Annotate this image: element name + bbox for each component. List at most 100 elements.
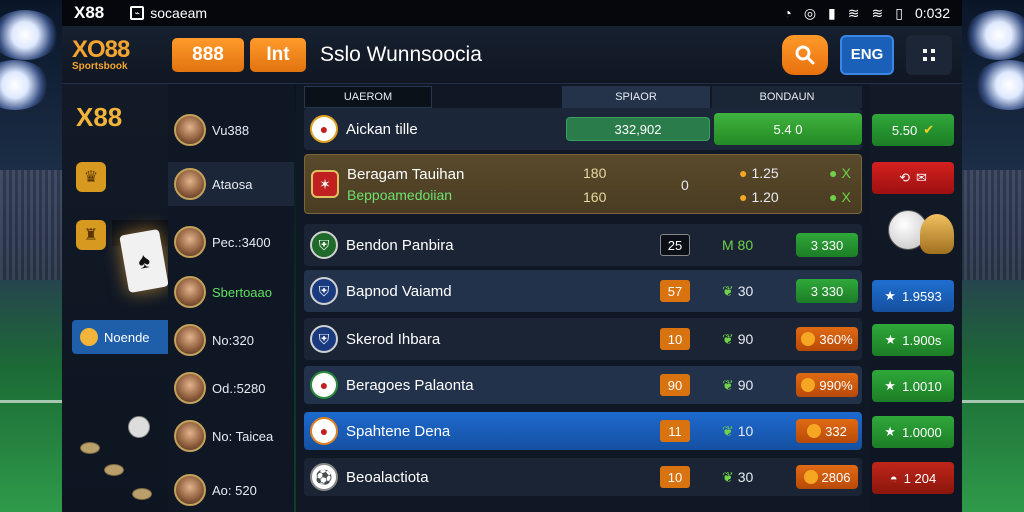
match-row[interactable]: ⛨ Bapnod Vaiamd 57 ❦ 30 3 330 (304, 270, 862, 312)
right-item[interactable]: 5.50 ✔ (872, 114, 954, 146)
highlight-odd-2[interactable]: ● 1.20 (739, 189, 779, 205)
match-price[interactable]: 3 330 (796, 279, 858, 303)
highlight-teams: Beragam Tauihan Beppoamedoiian (347, 166, 464, 203)
header-button-888[interactable]: 888 (172, 37, 244, 72)
player-item[interactable]: Ataosa (168, 162, 294, 206)
team-crest-icon: ● (310, 115, 338, 143)
player-name: Sbertoaao (212, 284, 272, 300)
featured-value-1[interactable]: 332,902 (566, 117, 710, 141)
leaf-icon: ❦ (722, 468, 734, 485)
right-item-alert[interactable]: ⟲ ✉ (872, 162, 954, 194)
player-name: Pec.:3400 (212, 234, 271, 250)
match-price[interactable]: 332 (796, 419, 858, 443)
odd-value: 1.25 (751, 165, 779, 181)
match-price[interactable]: 990% (796, 373, 858, 397)
logo[interactable]: XO88 Sportsbook (72, 35, 166, 72)
player-name: Vu388 (212, 122, 250, 138)
header-button-int[interactable]: Int (250, 37, 306, 72)
search-icon (795, 45, 815, 64)
right-item[interactable]: ★ 1.0010 (872, 370, 954, 402)
mid-value: 90 (737, 377, 754, 393)
status-brand: X88 (74, 3, 105, 22)
leaf-icon: ❦ (722, 330, 734, 347)
right-item[interactable]: ★ 1.0000 (872, 416, 954, 448)
highlight-match-row[interactable]: ✶ Beragam Tauihan Beppoamedoiian 180 160… (304, 154, 862, 214)
status-time: 0:032 (914, 5, 950, 21)
menu-button[interactable] (906, 34, 952, 75)
match-row[interactable]: ⛨ Skerod Ihbara 10 ❦ 90 360% (304, 318, 862, 360)
x-label: X (841, 165, 851, 181)
team-name: Bapnod Vaiamd (346, 282, 452, 300)
tab-uaerom[interactable]: UAEROM (304, 86, 432, 108)
match-row[interactable]: ⛨ Bendon Panbira 25 M 80 3 330 (304, 224, 862, 266)
coin-icon (803, 470, 818, 484)
sidebar-item-label: Noende (104, 329, 150, 345)
match-price[interactable]: 2806 (796, 465, 858, 489)
right-item[interactable]: ★ 1.9593 (872, 280, 954, 312)
player-name: No:320 (212, 332, 254, 348)
avatar (174, 324, 206, 356)
right-item-label: 5.50 (891, 122, 918, 138)
match-price[interactable]: 3 330 (796, 233, 858, 257)
player-item[interactable]: No: Taicea (168, 414, 294, 458)
player-name: Od.:5280 (212, 380, 266, 396)
match-row[interactable]: ● Beragoes Palaonta 90 ❦ 90 990% (304, 366, 862, 404)
right-item-label: 1.9593 (901, 288, 942, 304)
team-name: Beragoes Palaonta (346, 376, 474, 394)
wifi-icon: ≋ (847, 4, 860, 21)
player-item[interactable]: Vu388 (168, 108, 294, 152)
tab-bondaun[interactable]: BONDAUN (712, 86, 862, 108)
match-row-selected[interactable]: ● Spahtene Dena 11 ❦ 10 332 (304, 412, 862, 450)
price-value: 332 (825, 423, 847, 439)
mid-value: 10 (737, 423, 754, 439)
player-item[interactable]: Pec.:3400 (168, 220, 294, 264)
player-item[interactable]: Od.:5280 (168, 366, 294, 410)
star-icon: ★ (884, 332, 897, 347)
right-item[interactable]: ★ 1.900s (872, 324, 954, 356)
coin-icon (801, 332, 816, 346)
vibrate-icon: ◎ (803, 4, 817, 21)
ball-icon (128, 416, 150, 438)
logo-main: XO88 (72, 35, 130, 63)
match-row[interactable]: ⚽ Beoalactiota 10 ❦ 30 2806 (304, 458, 862, 496)
price-value: 2806 (821, 469, 851, 485)
match-price[interactable]: 360% (796, 327, 858, 351)
player-item[interactable]: No:320 (168, 318, 294, 362)
trophy-icon[interactable]: ♛ (76, 162, 106, 192)
team-name: Beragam Tauihan (347, 165, 465, 183)
right-item-label: 1.0000 (901, 424, 942, 440)
highlight-odd-1[interactable]: ● 1.25 (739, 165, 779, 181)
team-crest-icon: ● (310, 371, 338, 399)
sidebar-brand: X88 (76, 102, 123, 132)
search-button[interactable] (782, 34, 828, 75)
players-list: Vu388 Ataosa Pec.:3400 Sbertoaao No:320 … (168, 84, 294, 512)
battery-icon: ▯ (895, 4, 903, 21)
player-item[interactable]: Sbertoaao (168, 270, 294, 314)
status-app-label: socaeam (150, 5, 208, 21)
coin-icon (807, 424, 822, 438)
right-item[interactable]: ◓ 1 204 (872, 462, 954, 494)
status-icons: ◔ ◎ ▮ ≋ ≋ ▯ 0:032 (783, 5, 950, 22)
highlight-x-2[interactable]: ● X (829, 189, 851, 205)
avatar (174, 276, 206, 308)
floodlight (0, 60, 50, 110)
tab-spiaor[interactable]: SPIAOR (562, 86, 710, 108)
player-item[interactable]: Ao: 520 (168, 468, 294, 512)
leaf-icon: ❦ (722, 376, 734, 393)
featured-value-2[interactable]: 5.4 0 (714, 113, 862, 145)
logo-sub: Sportsbook (72, 60, 128, 72)
language-button[interactable]: ENG (840, 34, 894, 75)
featured-match-row[interactable]: ● Aickan tille 332,902 5.4 0 (304, 108, 862, 150)
avatar (174, 372, 206, 404)
alert-icon: ⟲ (899, 170, 910, 185)
shield-icon[interactable]: ♜ (76, 220, 106, 250)
sidebar-item-novelty[interactable]: Noende (72, 320, 172, 354)
price-value: 990% (819, 377, 853, 393)
mid-value: 30 (737, 469, 754, 485)
match-num: 90 (660, 374, 690, 396)
highlight-x-1[interactable]: ● X (829, 165, 851, 181)
right-item-label: 1.900s (902, 332, 942, 348)
signal-icon: ▮ (828, 4, 836, 21)
alarm-icon: ◔ (783, 5, 792, 21)
app-header: XO88 Sportsbook 888 Int Sslo Wunnsoocia … (62, 26, 962, 84)
